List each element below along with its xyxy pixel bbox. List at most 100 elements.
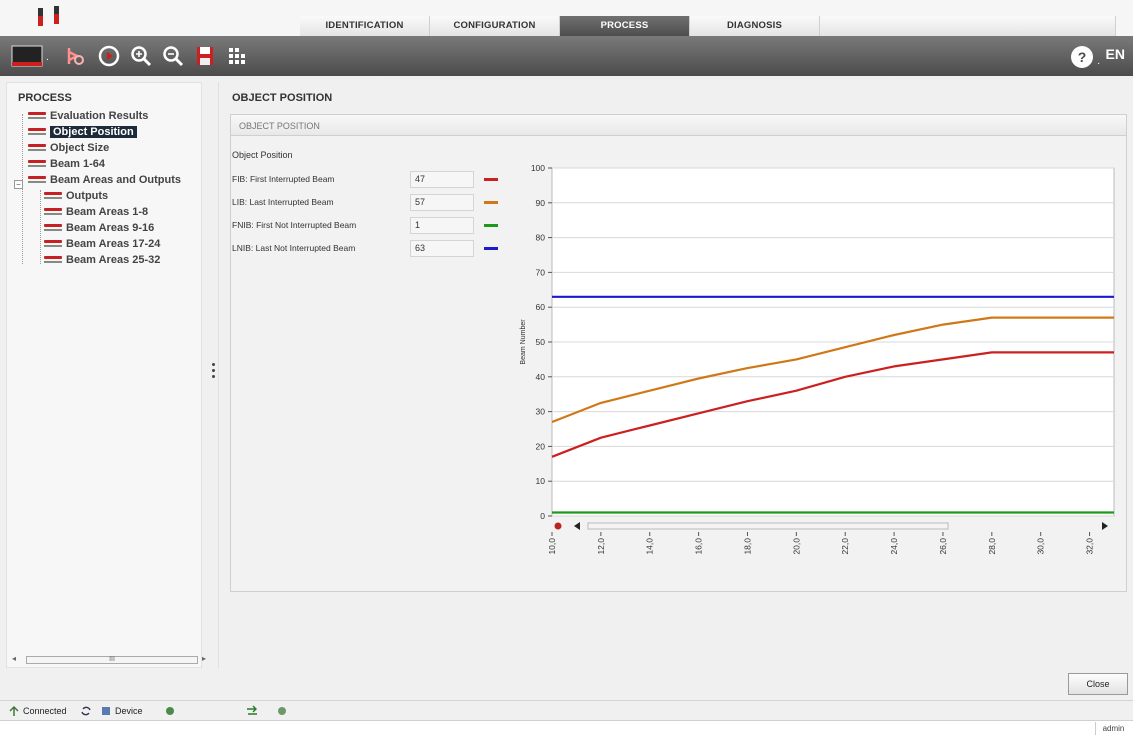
beam-icon [44, 224, 62, 232]
sidebar-item-object-size[interactable]: Object Size [28, 142, 109, 154]
x-tick-label: 28,0 [987, 538, 997, 555]
refresh-icon [81, 706, 91, 716]
y-tick-label: 20 [536, 441, 546, 451]
y-tick-label: 90 [536, 198, 546, 208]
sidebar-title: PROCESS [18, 92, 72, 104]
beam-icon [28, 144, 46, 152]
y-axis-label: Beam Number [520, 319, 527, 365]
save-icon [197, 47, 213, 65]
x-tick-label: 20,0 [791, 538, 801, 555]
grid-icon [229, 48, 245, 64]
sidebar-item-label: Outputs [66, 190, 109, 202]
splitter-handle[interactable] [212, 360, 216, 390]
sidebar-item-beam-areas-outputs[interactable]: Beam Areas and Outputs [28, 174, 181, 186]
group-title: OBJECT POSITION [230, 114, 1127, 136]
sidebar-item-label: Beam 1-64 [50, 158, 106, 170]
sidebar-item-object-position[interactable]: Object Position [28, 126, 137, 138]
connection-label: Connected [23, 706, 67, 716]
value-field: 63 [410, 239, 474, 257]
sidebar-item-label: Beam Areas and Outputs [50, 174, 182, 186]
transfer-icon [247, 705, 257, 715]
sidebar-item-label: Object Size [50, 142, 110, 154]
transfer-button[interactable] [246, 704, 261, 718]
page-title: OBJECT POSITION [232, 92, 333, 104]
sidebar-item-label: Beam Areas 17-24 [66, 238, 161, 250]
settings-run-button[interactable] [62, 42, 88, 70]
value-label: LNIB: Last Not Interrupted Beam [232, 243, 356, 253]
value-row-lib: LIB: Last Interrupted Beam 57 [232, 193, 498, 211]
status-bar: Connected Device [0, 700, 1133, 720]
beam-icon [28, 176, 46, 184]
save-button[interactable] [192, 42, 218, 70]
scroll-right-arrow [1102, 522, 1108, 530]
logo-icon [38, 6, 59, 26]
network-icon [9, 705, 19, 716]
help-button[interactable]: ? [1071, 46, 1093, 68]
sidebar-item-outputs[interactable]: Outputs [44, 190, 108, 202]
sidebar-item-beam-areas-1-8[interactable]: Beam Areas 1-8 [44, 206, 148, 218]
scroll-thumb[interactable]: III [26, 656, 198, 664]
play-button[interactable] [96, 42, 122, 70]
sidebar-hscrollbar[interactable]: ◂ III ▸ [12, 654, 206, 666]
tab-process[interactable]: PROCESS [560, 16, 690, 36]
device-status[interactable]: Device [100, 704, 143, 718]
sidebar-item-evaluation-results[interactable]: Evaluation Results [28, 110, 148, 122]
cursor-marker [554, 522, 562, 530]
zoom-in-button[interactable] [128, 42, 154, 70]
y-tick-label: 100 [531, 163, 545, 173]
y-tick-label: 10 [536, 476, 546, 486]
record-button[interactable] [276, 704, 291, 718]
x-tick-label: 32,0 [1085, 538, 1095, 555]
beam-icon [44, 208, 62, 216]
value-field: 1 [410, 216, 474, 234]
scroll-left-icon[interactable]: ◂ [12, 654, 16, 663]
header-bar: IDENTIFICATION CONFIGURATION PROCESS DIA… [0, 0, 1133, 36]
y-tick-label: 60 [536, 302, 546, 312]
help-dropdown-icon[interactable]: . [1097, 56, 1100, 67]
x-tick-label: 16,0 [694, 538, 704, 555]
sidebar-item-beam-areas-17-24[interactable]: Beam Areas 17-24 [44, 238, 160, 250]
x-scroll-thumb [587, 522, 949, 530]
legend-swatch [484, 223, 498, 227]
bottom-bar: admin [0, 720, 1133, 736]
device-label: Device [115, 706, 143, 716]
toolbar: . ? . EN [0, 36, 1133, 76]
user-name: admin [1095, 722, 1131, 735]
y-tick-label: 30 [536, 407, 546, 417]
value-field: 57 [410, 193, 474, 211]
language-selector[interactable]: EN [1106, 46, 1125, 62]
y-tick-label: 70 [536, 267, 546, 277]
sidebar-item-label: Beam Areas 9-16 [66, 222, 155, 234]
beam-chart: 0 10 20 30 40 50 60 70 80 90 100 Beam Number 10,0 12,… [520, 163, 1115, 555]
value-row-fib: FIB: First Interrupted Beam 47 [232, 170, 498, 188]
beam-icon [44, 256, 62, 264]
grid-button[interactable] [224, 42, 250, 70]
beam-icon [28, 160, 46, 168]
sidebar-item-beam-1-64[interactable]: Beam 1-64 [28, 158, 105, 170]
svg-text:.: . [46, 52, 49, 63]
settings-status-button[interactable] [164, 704, 179, 718]
value-label: LIB: Last Interrupted Beam [232, 197, 334, 207]
close-button[interactable]: Close [1068, 673, 1128, 695]
zoom-out-icon [163, 46, 184, 67]
legend-swatch [484, 200, 498, 204]
tab-configuration[interactable]: CONFIGURATION [430, 16, 560, 36]
beam-icon [44, 240, 62, 248]
tab-diagnosis[interactable]: DIAGNOSIS [690, 16, 820, 36]
x-tick-label: 12,0 [596, 538, 606, 555]
x-tick-label: 24,0 [889, 538, 899, 555]
connection-status[interactable]: Connected [8, 704, 67, 718]
refresh-button[interactable] [80, 704, 95, 718]
sidebar-item-beam-areas-9-16[interactable]: Beam Areas 9-16 [44, 222, 154, 234]
legend-swatch [484, 177, 498, 181]
y-tick-label: 40 [536, 372, 546, 382]
device-icon [102, 707, 110, 715]
monitor-button[interactable]: . [10, 42, 54, 70]
collapse-toggle-icon[interactable]: − [14, 180, 23, 189]
scroll-right-icon[interactable]: ▸ [202, 654, 206, 663]
panel-divider [218, 82, 219, 668]
main-tabs: IDENTIFICATION CONFIGURATION PROCESS DIA… [300, 16, 1116, 36]
tab-identification[interactable]: IDENTIFICATION [300, 16, 430, 36]
zoom-out-button[interactable] [160, 42, 186, 70]
sidebar-item-beam-areas-25-32[interactable]: Beam Areas 25-32 [44, 254, 160, 266]
